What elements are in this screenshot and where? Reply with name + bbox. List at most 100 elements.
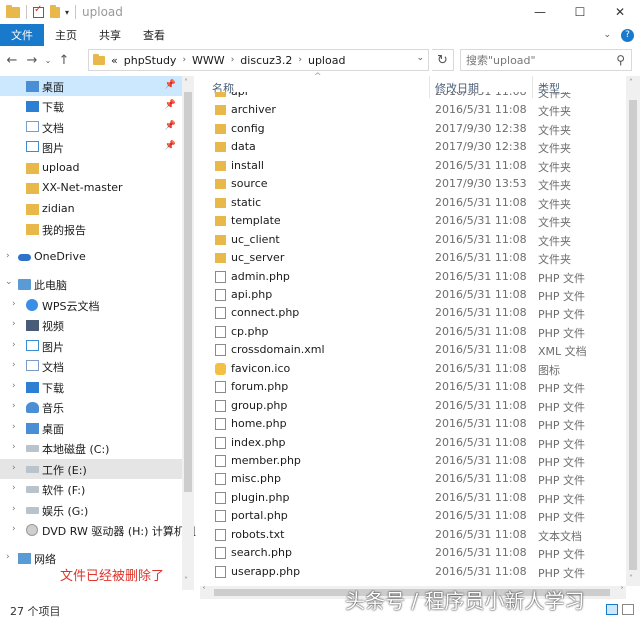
pin-icon[interactable]: 📌	[165, 141, 176, 151]
details-view-icon[interactable]	[606, 604, 618, 615]
nav-item-reports[interactable]: 我的报告	[0, 219, 182, 239]
expand-icon[interactable]: ›	[12, 524, 16, 534]
nav-item-pictures[interactable]: › 图片	[0, 336, 182, 356]
nav-item-documents-pinned[interactable]: 文档 📌	[0, 117, 182, 137]
properties-icon[interactable]	[33, 4, 44, 18]
scroll-down-icon[interactable]: ˅	[184, 576, 188, 585]
pin-icon[interactable]: 📌	[165, 121, 176, 131]
file-row-data[interactable]: data 2017/9/30 12:38 文件夹	[200, 138, 626, 157]
breadcrumb-phpstudy[interactable]: phpStudy	[124, 54, 177, 67]
file-row-index-php[interactable]: index.php 2016/5/31 11:08 PHP 文件	[200, 434, 626, 453]
file-row-api[interactable]: api 2016/5/31 11:08 文件夹	[200, 92, 626, 102]
expand-icon[interactable]: ›	[12, 319, 16, 329]
tab-home[interactable]: 主页	[44, 24, 88, 46]
expand-icon[interactable]: ›	[12, 422, 16, 432]
file-row-home-php[interactable]: home.php 2016/5/31 11:08 PHP 文件	[200, 415, 626, 434]
address-bar[interactable]: « phpStudy › WWW › discuz3.2 › upload ⌄	[88, 49, 429, 71]
file-row-uc-server[interactable]: uc_server 2016/5/31 11:08 文件夹	[200, 249, 626, 268]
scroll-down-icon[interactable]: ˅	[629, 574, 633, 583]
expand-icon[interactable]: ›	[12, 504, 16, 514]
expand-icon[interactable]: ›	[6, 552, 10, 562]
scroll-right-icon[interactable]: ˃	[620, 586, 624, 595]
close-button[interactable]: ✕	[600, 0, 640, 24]
nav-item-music[interactable]: › 音乐	[0, 397, 182, 417]
breadcrumb-upload[interactable]: upload	[308, 54, 345, 67]
nav-item-videos[interactable]: › 视频	[0, 315, 182, 335]
new-folder-icon[interactable]	[50, 4, 60, 18]
file-row-connect-php[interactable]: connect.php 2016/5/31 11:08 PHP 文件	[200, 304, 626, 323]
collapse-icon[interactable]: ⌄	[5, 277, 13, 287]
scroll-thumb[interactable]	[629, 100, 637, 570]
file-row-search-php[interactable]: search.php 2016/5/31 11:08 PHP 文件	[200, 544, 626, 563]
tab-share[interactable]: 共享	[88, 24, 132, 46]
file-row-install[interactable]: install 2016/5/31 11:08 文件夹	[200, 157, 626, 176]
address-dropdown-icon[interactable]: ⌄	[416, 53, 424, 63]
breadcrumb-arrow-icon[interactable]: ›	[231, 55, 235, 65]
expand-icon[interactable]: ›	[12, 381, 16, 391]
scroll-left-icon[interactable]: ˂	[202, 586, 206, 595]
nav-item-zidian[interactable]: zidian	[0, 199, 182, 219]
nav-item-xx-net[interactable]: XX-Net-master	[0, 178, 182, 198]
file-row-portal-php[interactable]: portal.php 2016/5/31 11:08 PHP 文件	[200, 507, 626, 526]
nav-item-onedrive[interactable]: › OneDrive	[0, 247, 182, 267]
file-row-group-php[interactable]: group.php 2016/5/31 11:08 PHP 文件	[200, 397, 626, 416]
recent-locations-button[interactable]: ⌄	[42, 56, 54, 65]
refresh-button[interactable]: ↻	[432, 49, 454, 71]
scroll-up-icon[interactable]: ˄	[184, 78, 188, 87]
file-row-crossdomain-xml[interactable]: crossdomain.xml 2016/5/31 11:08 XML 文档	[200, 341, 626, 360]
file-row-cp-php[interactable]: cp.php 2016/5/31 11:08 PHP 文件	[200, 323, 626, 342]
file-row-static[interactable]: static 2016/5/31 11:08 文件夹	[200, 194, 626, 213]
file-row-favicon-ico[interactable]: favicon.ico 2016/5/31 11:08 图标	[200, 360, 626, 379]
nav-item-this-pc[interactable]: ⌄ 此电脑	[0, 274, 182, 294]
breadcrumb-discuz[interactable]: discuz3.2	[240, 54, 292, 67]
ribbon-expand-icon[interactable]: ⌄	[603, 30, 611, 40]
file-row-config[interactable]: config 2017/9/30 12:38 文件夹	[200, 120, 626, 139]
nav-item-drive-c[interactable]: › 本地磁盘 (C:)	[0, 438, 182, 458]
nav-item-wps-cloud[interactable]: › WPS云文档	[0, 295, 182, 315]
quick-access-dropdown-icon[interactable]: ▾	[65, 8, 69, 17]
file-row-template[interactable]: template 2016/5/31 11:08 文件夹	[200, 212, 626, 231]
forward-button[interactable]: →	[22, 53, 42, 68]
file-row-userapp-php[interactable]: userapp.php 2016/5/31 11:08 PHP 文件	[200, 563, 626, 582]
large-icons-view-icon[interactable]	[622, 604, 634, 615]
file-row-plugin-php[interactable]: plugin.php 2016/5/31 11:08 PHP 文件	[200, 489, 626, 508]
nav-item-drive-g[interactable]: › 娱乐 (G:)	[0, 500, 182, 520]
pin-icon[interactable]: 📌	[165, 100, 176, 110]
expand-icon[interactable]: ›	[12, 401, 16, 411]
breadcrumb-overflow[interactable]: «	[111, 54, 118, 67]
nav-item-downloads[interactable]: › 下载	[0, 377, 182, 397]
nav-item-documents[interactable]: › 文档	[0, 356, 182, 376]
maximize-button[interactable]: ☐	[560, 0, 600, 24]
help-icon[interactable]: ?	[621, 28, 634, 42]
nav-item-pictures-pinned[interactable]: 图片 📌	[0, 137, 182, 157]
nav-item-upload[interactable]: upload	[0, 158, 182, 178]
file-row-admin-php[interactable]: admin.php 2016/5/31 11:08 PHP 文件	[200, 268, 626, 287]
nav-item-desktop[interactable]: › 桌面	[0, 418, 182, 438]
nav-item-drive-f[interactable]: › 软件 (F:)	[0, 479, 182, 499]
breadcrumb-www[interactable]: WWW	[192, 54, 225, 67]
nav-item-desktop-pinned[interactable]: 桌面 📌	[0, 76, 182, 96]
file-row-api-php[interactable]: api.php 2016/5/31 11:08 PHP 文件	[200, 286, 626, 305]
tab-file[interactable]: 文件	[0, 24, 44, 46]
scroll-up-icon[interactable]: ˄	[629, 78, 633, 87]
expand-icon[interactable]: ›	[6, 251, 10, 261]
file-row-source[interactable]: source 2017/9/30 13:53 文件夹	[200, 175, 626, 194]
file-row-archiver[interactable]: archiver 2016/5/31 11:08 文件夹	[200, 101, 626, 120]
navigation-scrollbar[interactable]: ˄ ˅	[182, 76, 194, 590]
breadcrumb-arrow-icon[interactable]: ›	[298, 55, 302, 65]
scroll-thumb[interactable]	[184, 92, 192, 492]
search-icon[interactable]: ⚲	[616, 53, 625, 67]
breadcrumb-arrow-icon[interactable]: ›	[182, 55, 186, 65]
file-row-uc-client[interactable]: uc_client 2016/5/31 11:08 文件夹	[200, 231, 626, 250]
nav-item-dvd-h[interactable]: › DVD RW 驱动器 (H:) 计算机组	[0, 520, 196, 540]
expand-icon[interactable]: ›	[12, 299, 16, 309]
file-row-misc-php[interactable]: misc.php 2016/5/31 11:08 PHP 文件	[200, 470, 626, 489]
expand-icon[interactable]: ›	[12, 340, 16, 350]
expand-icon[interactable]: ›	[12, 442, 16, 452]
file-row-robots-txt[interactable]: robots.txt 2016/5/31 11:08 文本文档	[200, 526, 626, 545]
minimize-button[interactable]: —	[520, 0, 560, 24]
expand-icon[interactable]: ›	[12, 463, 16, 473]
pin-icon[interactable]: 📌	[165, 80, 176, 90]
back-button[interactable]: ←	[2, 53, 22, 68]
expand-icon[interactable]: ›	[12, 483, 16, 493]
